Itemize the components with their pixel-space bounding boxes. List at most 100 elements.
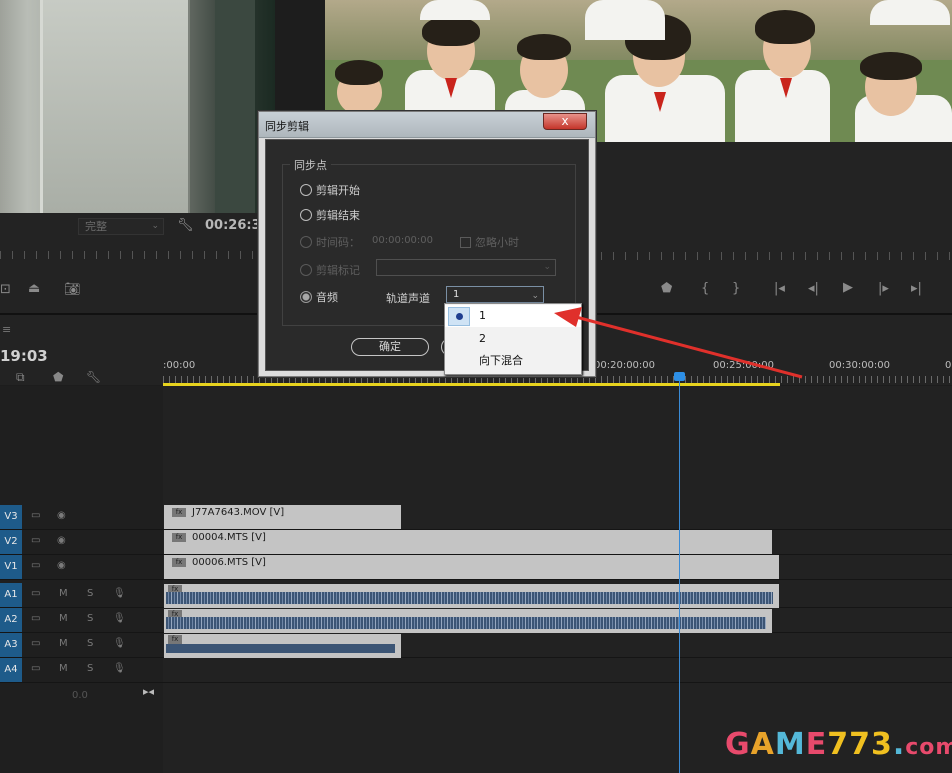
microphone-icon[interactable]: 🎙︎ bbox=[113, 663, 126, 674]
sync-point-group-label: 同步点 bbox=[290, 157, 331, 173]
selected-bullet-icon bbox=[448, 307, 470, 326]
video-student-hair bbox=[335, 60, 383, 85]
audio-waveform bbox=[166, 592, 773, 604]
mute-button[interactable]: M bbox=[59, 588, 68, 599]
toggle-output-icon[interactable]: ▭ bbox=[31, 588, 40, 599]
track-label[interactable]: A1 bbox=[0, 583, 22, 607]
mute-button[interactable]: M bbox=[59, 663, 68, 674]
radio-button[interactable] bbox=[300, 184, 312, 196]
microphone-icon[interactable]: 🎙︎ bbox=[113, 588, 126, 599]
radio-button[interactable] bbox=[300, 209, 312, 221]
camera-icon[interactable]: 📷︎ bbox=[64, 282, 81, 297]
video-student-hair bbox=[755, 10, 815, 44]
track-label[interactable]: A2 bbox=[0, 608, 22, 632]
video-red-scarf bbox=[780, 78, 792, 98]
ok-button[interactable]: 确定 bbox=[351, 338, 429, 356]
microphone-icon[interactable]: 🎙︎ bbox=[113, 613, 126, 624]
timeline-menu-icon[interactable]: ≡ bbox=[2, 323, 11, 336]
checkbox bbox=[460, 237, 471, 248]
solo-button[interactable]: S bbox=[87, 613, 93, 624]
track-row-a4: A4 ▭ M S 🎙︎ bbox=[0, 658, 952, 683]
track-channel-label: 轨道声道 bbox=[386, 292, 430, 305]
scroll-end-icon[interactable]: ▸◂ bbox=[143, 685, 154, 698]
radio-clip-start-label: 剪辑开始 bbox=[316, 184, 360, 197]
radio-audio-label: 音频 bbox=[316, 291, 338, 304]
radio-clip-end[interactable]: 剪辑结束 bbox=[300, 207, 360, 223]
solo-button[interactable]: S bbox=[87, 663, 93, 674]
clip-a2[interactable]: fx bbox=[164, 609, 772, 633]
dropdown-option-label: 向下混合 bbox=[479, 354, 523, 367]
eye-icon[interactable]: ◉ bbox=[57, 510, 66, 521]
ruler-tick-label: 00:30:00:00 bbox=[829, 360, 891, 371]
go-to-out-icon[interactable]: ▸| bbox=[911, 281, 922, 296]
wrench-icon[interactable]: 🔧︎ bbox=[86, 370, 101, 384]
track-label[interactable]: V1 bbox=[0, 555, 22, 579]
fx-badge[interactable]: fx bbox=[172, 508, 186, 517]
close-icon: x bbox=[561, 114, 569, 128]
mark-in-icon[interactable]: { bbox=[701, 281, 709, 296]
radio-clip-marker: 剪辑标记 bbox=[300, 262, 360, 278]
toggle-output-icon[interactable]: ▭ bbox=[31, 510, 40, 521]
radio-audio[interactable]: 音频 bbox=[300, 289, 338, 305]
overwrite-icon[interactable]: ⏏ bbox=[28, 281, 40, 296]
dialog-title-bar[interactable]: 同步剪辑 x bbox=[259, 112, 595, 138]
toggle-output-icon[interactable]: ▭ bbox=[31, 638, 40, 649]
source-monitor-video bbox=[0, 0, 275, 213]
clip-v1[interactable]: fx 00006.MTS [V] bbox=[164, 555, 779, 579]
fx-badge[interactable]: fx bbox=[168, 635, 182, 644]
marker-icon[interactable]: ⬟ bbox=[661, 281, 672, 296]
solo-button[interactable]: S bbox=[87, 638, 93, 649]
video-student-hair bbox=[860, 52, 922, 80]
track-channel-dropdown[interactable]: 1 ⌄ bbox=[446, 286, 544, 303]
clip-v2[interactable]: fx 00004.MTS [V] bbox=[164, 530, 772, 554]
clip-marker-dropdown: ⌄ bbox=[376, 259, 556, 276]
solo-button[interactable]: S bbox=[87, 588, 93, 599]
radio-clip-start[interactable]: 剪辑开始 bbox=[300, 182, 360, 198]
fx-badge[interactable]: fx bbox=[172, 558, 186, 567]
close-button[interactable]: x bbox=[543, 113, 587, 130]
watermark-letter: G bbox=[725, 727, 751, 762]
radio-button[interactable] bbox=[300, 291, 312, 303]
video-red-scarf bbox=[654, 92, 666, 112]
eye-icon[interactable]: ◉ bbox=[57, 560, 66, 571]
watermark-dot: . bbox=[892, 727, 906, 762]
export-frame-icon[interactable]: ⊡ bbox=[0, 282, 11, 297]
toggle-output-icon[interactable]: ▭ bbox=[31, 613, 40, 624]
play-icon[interactable]: ▶ bbox=[843, 280, 853, 295]
fit-dropdown[interactable]: 完整 ⌄ bbox=[78, 218, 164, 235]
playhead-line[interactable] bbox=[679, 376, 680, 773]
mute-button[interactable]: M bbox=[59, 638, 68, 649]
clip-v3[interactable]: fx J77A7643.MOV [V] bbox=[164, 505, 401, 529]
master-volume-value[interactable]: 0.0 bbox=[72, 690, 88, 701]
track-label[interactable]: V2 bbox=[0, 530, 22, 554]
track-label[interactable]: A4 bbox=[0, 658, 22, 682]
fit-dropdown-value: 完整 bbox=[85, 220, 107, 233]
wrench-icon[interactable]: 🔧︎ bbox=[177, 218, 194, 233]
track-label[interactable]: A3 bbox=[0, 633, 22, 657]
source-ruler[interactable] bbox=[0, 251, 275, 259]
eye-icon[interactable]: ◉ bbox=[57, 535, 66, 546]
mute-button[interactable]: M bbox=[59, 613, 68, 624]
toggle-output-icon[interactable]: ▭ bbox=[31, 535, 40, 546]
clip-a3[interactable]: fx bbox=[164, 634, 401, 658]
microphone-icon[interactable]: 🎙︎ bbox=[113, 638, 126, 649]
watermark-letter: A bbox=[750, 727, 775, 762]
fx-badge[interactable]: fx bbox=[172, 533, 186, 542]
clip-v2-label: 00004.MTS [V] bbox=[192, 532, 266, 543]
video-student bbox=[420, 0, 490, 20]
mark-out-icon[interactable]: } bbox=[732, 281, 740, 296]
chevron-down-icon: ⌄ bbox=[543, 262, 551, 272]
clip-a1[interactable]: fx bbox=[164, 584, 779, 608]
source-timecode: 00:26:3 bbox=[205, 218, 261, 233]
track-label[interactable]: V3 bbox=[0, 505, 22, 529]
toggle-output-icon[interactable]: ▭ bbox=[31, 663, 40, 674]
radio-timecode: 时间码： bbox=[300, 234, 360, 250]
clip-v1-label: 00006.MTS [V] bbox=[192, 557, 266, 568]
step-back-icon[interactable]: ◂| bbox=[808, 281, 819, 296]
chevron-down-icon: ⌄ bbox=[531, 291, 539, 301]
add-marker-icon[interactable]: ⬟ bbox=[53, 370, 63, 384]
go-to-in-icon[interactable]: |◂ bbox=[774, 281, 785, 296]
nest-icon[interactable]: ⧉ bbox=[16, 370, 25, 385]
step-forward-icon[interactable]: |▸ bbox=[878, 281, 889, 296]
toggle-output-icon[interactable]: ▭ bbox=[31, 560, 40, 571]
